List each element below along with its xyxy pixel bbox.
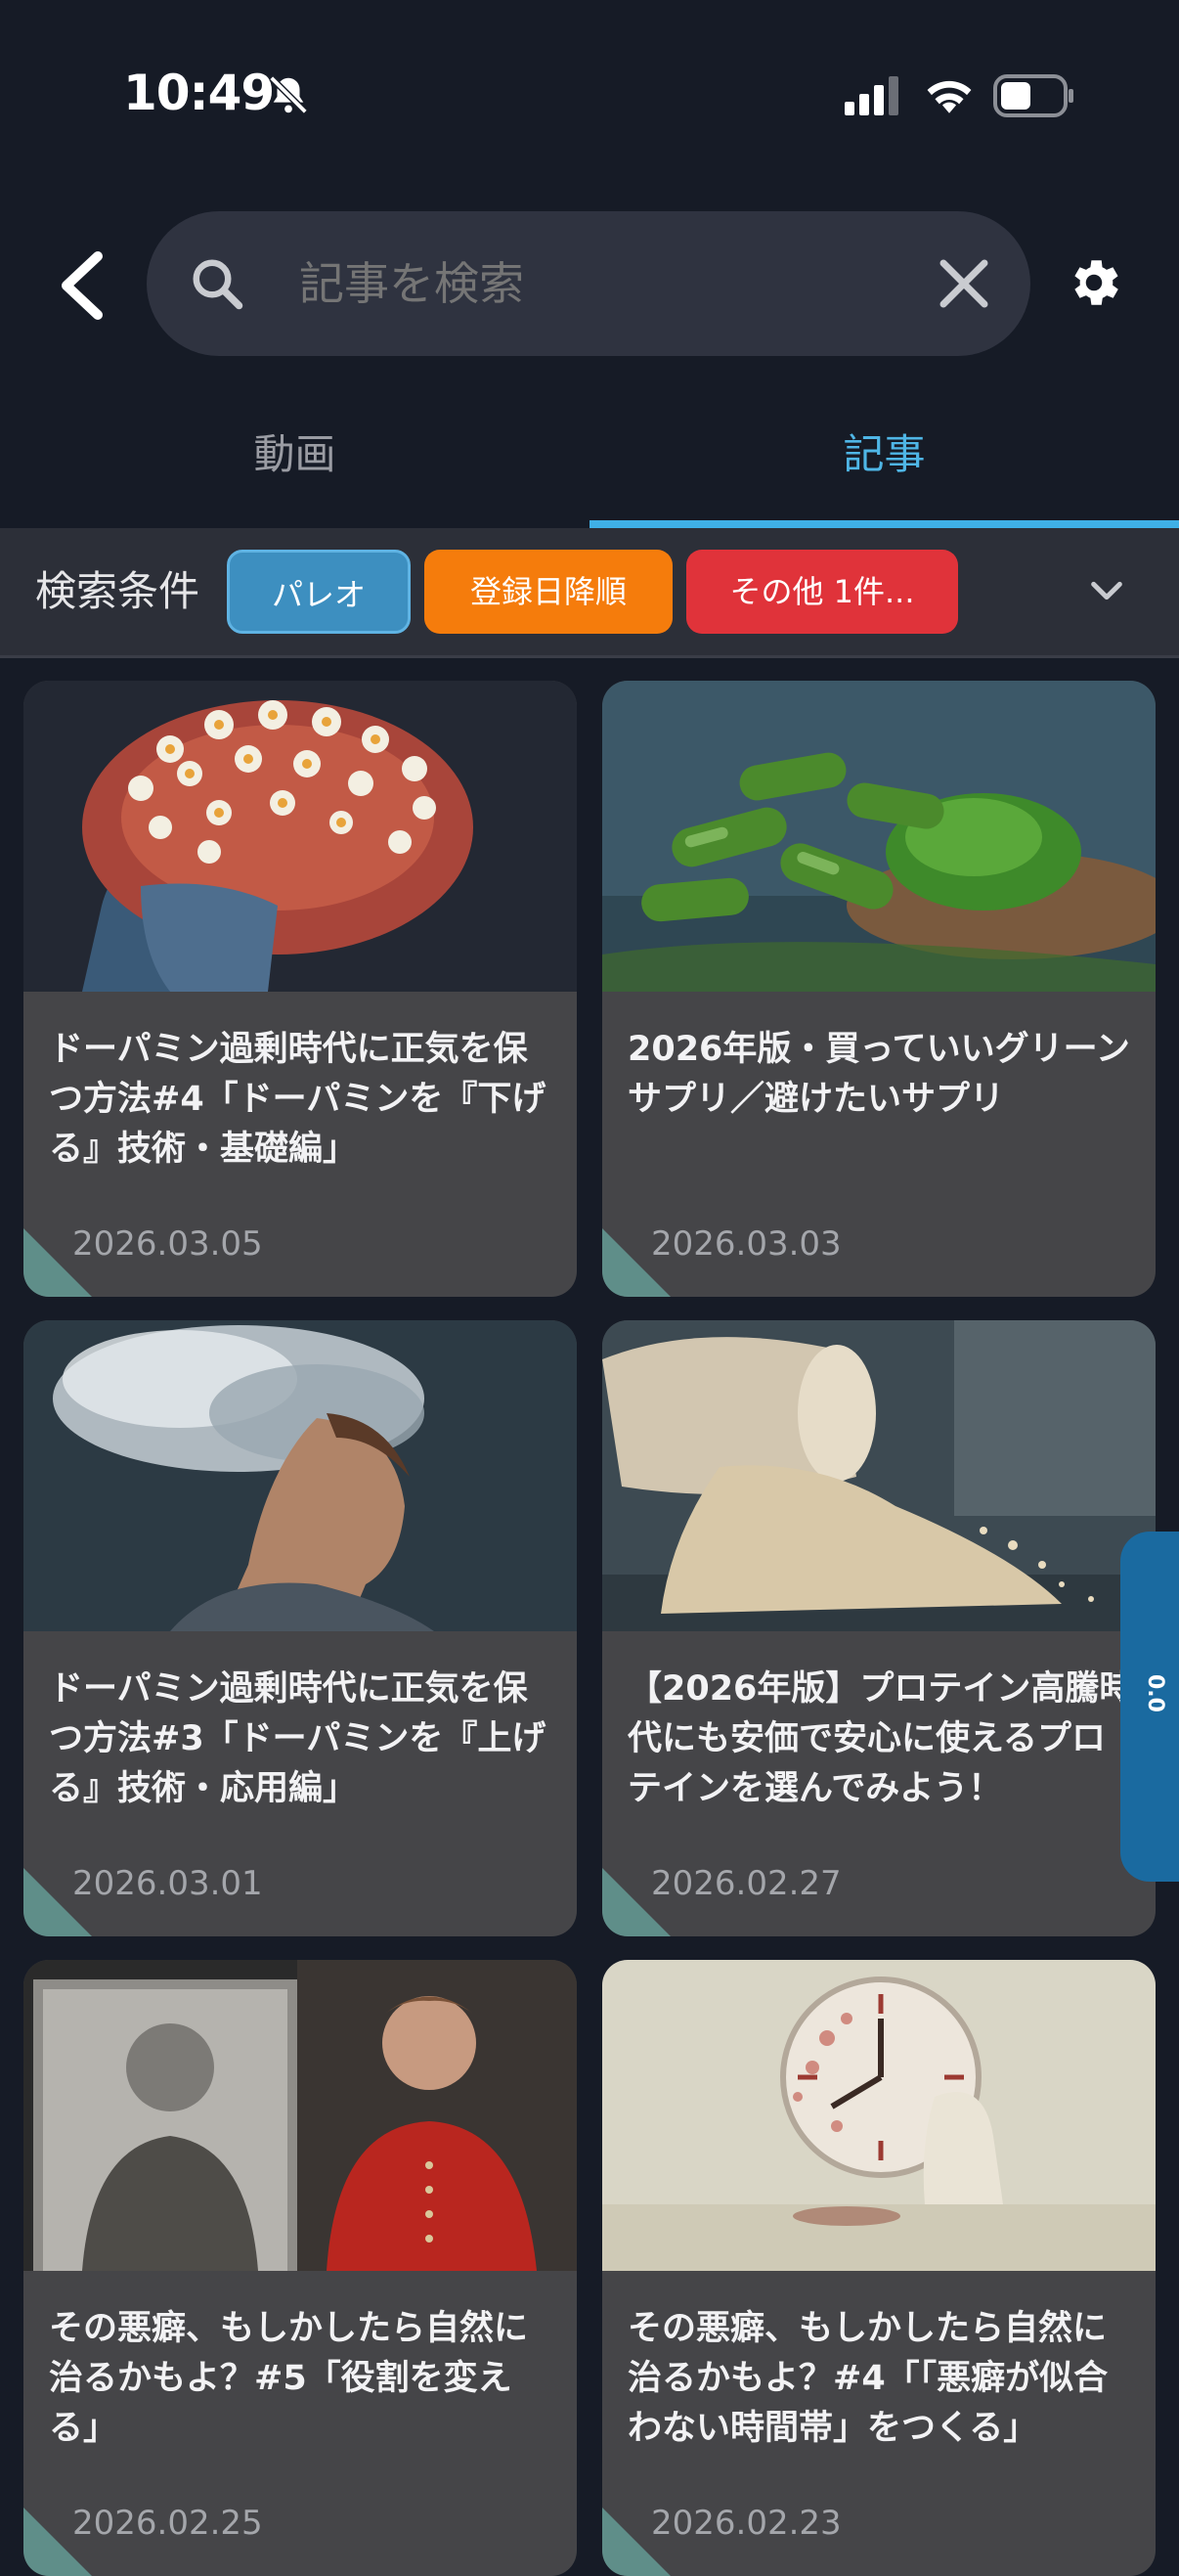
filter-label: 検索条件 — [35, 567, 200, 615]
filter-chip-sort[interactable]: 登録日降順 — [424, 550, 673, 634]
article-title: 【2026年版】プロテイン高騰時代にも安価で安心に使えるプロテインを選んでみよう… — [628, 1669, 1134, 1808]
wifi-icon — [927, 80, 972, 113]
settings-gear-icon[interactable] — [1064, 252, 1124, 313]
floating-side-tab[interactable]: 0.0 — [1120, 1532, 1179, 1882]
card-corner-marker — [602, 1868, 671, 1936]
card-corner-marker — [23, 1228, 92, 1297]
search-bar[interactable] — [147, 211, 1030, 356]
clear-icon[interactable] — [937, 256, 991, 311]
article-date: 2026.03.05 — [72, 1224, 263, 1264]
article-title: 2026年版・買っていいグリーンサプリ／避けたいサプリ — [628, 1030, 1130, 1119]
tab-videos[interactable]: 動画 — [0, 391, 590, 518]
article-title: その悪癖、もしかしたら自然に治るかもよ？#4「「悪癖が似合わない時間帯」をつくる… — [628, 2309, 1109, 2448]
tab-bar: 動画 記事 — [0, 391, 1179, 528]
article-card[interactable]: ドーパミン過剰時代に正気を保つ方法#3「ドーパミンを『上げる』技術・応用編」 2… — [23, 1320, 577, 1936]
chevron-down-icon[interactable] — [1087, 571, 1126, 610]
tab-articles[interactable]: 記事 — [590, 391, 1179, 518]
filter-chip-more[interactable]: その他 1件... — [686, 550, 958, 634]
card-corner-marker — [602, 2508, 671, 2576]
article-thumbnail — [23, 1960, 577, 2271]
card-corner-marker — [602, 1228, 671, 1297]
article-card[interactable]: その悪癖、もしかしたら自然に治るかもよ？#5「役割を変える」 2026.02.2… — [23, 1960, 577, 2576]
article-date: 2026.02.25 — [72, 2504, 263, 2543]
article-date: 2026.03.03 — [651, 1224, 842, 1264]
back-arrow-icon[interactable] — [55, 250, 109, 321]
side-tab-label: 0.0 — [1143, 1674, 1167, 1712]
article-thumbnail — [602, 1320, 1156, 1631]
card-corner-marker — [23, 1868, 92, 1936]
article-thumbnail — [23, 681, 577, 992]
filter-chip-paleo[interactable]: パレオ — [227, 550, 411, 634]
search-input[interactable] — [299, 211, 905, 356]
article-date: 2026.03.01 — [72, 1864, 263, 1903]
article-card[interactable]: ドーパミン過剰時代に正気を保つ方法#4「ドーパミンを『下げる』技術・基礎編」 2… — [23, 681, 577, 1297]
cellular-signal-icon — [845, 76, 898, 115]
article-title: ドーパミン過剰時代に正気を保つ方法#4「ドーパミンを『下げる』技術・基礎編」 — [49, 1030, 546, 1169]
bell-muted-icon — [269, 75, 308, 114]
filter-bar: 検索条件 パレオ 登録日降順 その他 1件... — [0, 528, 1179, 658]
status-bar: 10:49 — [0, 0, 1179, 196]
search-icon — [193, 259, 243, 310]
article-title: その悪癖、もしかしたら自然に治るかもよ？#5「役割を変える」 — [49, 2309, 529, 2448]
article-date: 2026.02.23 — [651, 2504, 842, 2543]
active-tab-indicator — [590, 520, 1179, 528]
article-date: 2026.02.27 — [651, 1864, 842, 1903]
battery-icon — [993, 74, 1073, 117]
article-card[interactable]: 【2026年版】プロテイン高騰時代にも安価で安心に使えるプロテインを選んでみよう… — [602, 1320, 1156, 1936]
card-corner-marker — [23, 2508, 92, 2576]
article-thumbnail — [602, 1960, 1156, 2271]
article-card[interactable]: 2026年版・買っていいグリーンサプリ／避けたいサプリ 2026.03.03 — [602, 681, 1156, 1297]
article-title: ドーパミン過剰時代に正気を保つ方法#3「ドーパミンを『上げる』技術・応用編」 — [49, 1669, 546, 1808]
status-time: 10:49 — [123, 65, 275, 121]
article-thumbnail — [602, 681, 1156, 992]
article-thumbnail — [23, 1320, 577, 1631]
article-card[interactable]: その悪癖、もしかしたら自然に治るかもよ？#4「「悪癖が似合わない時間帯」をつくる… — [602, 1960, 1156, 2576]
